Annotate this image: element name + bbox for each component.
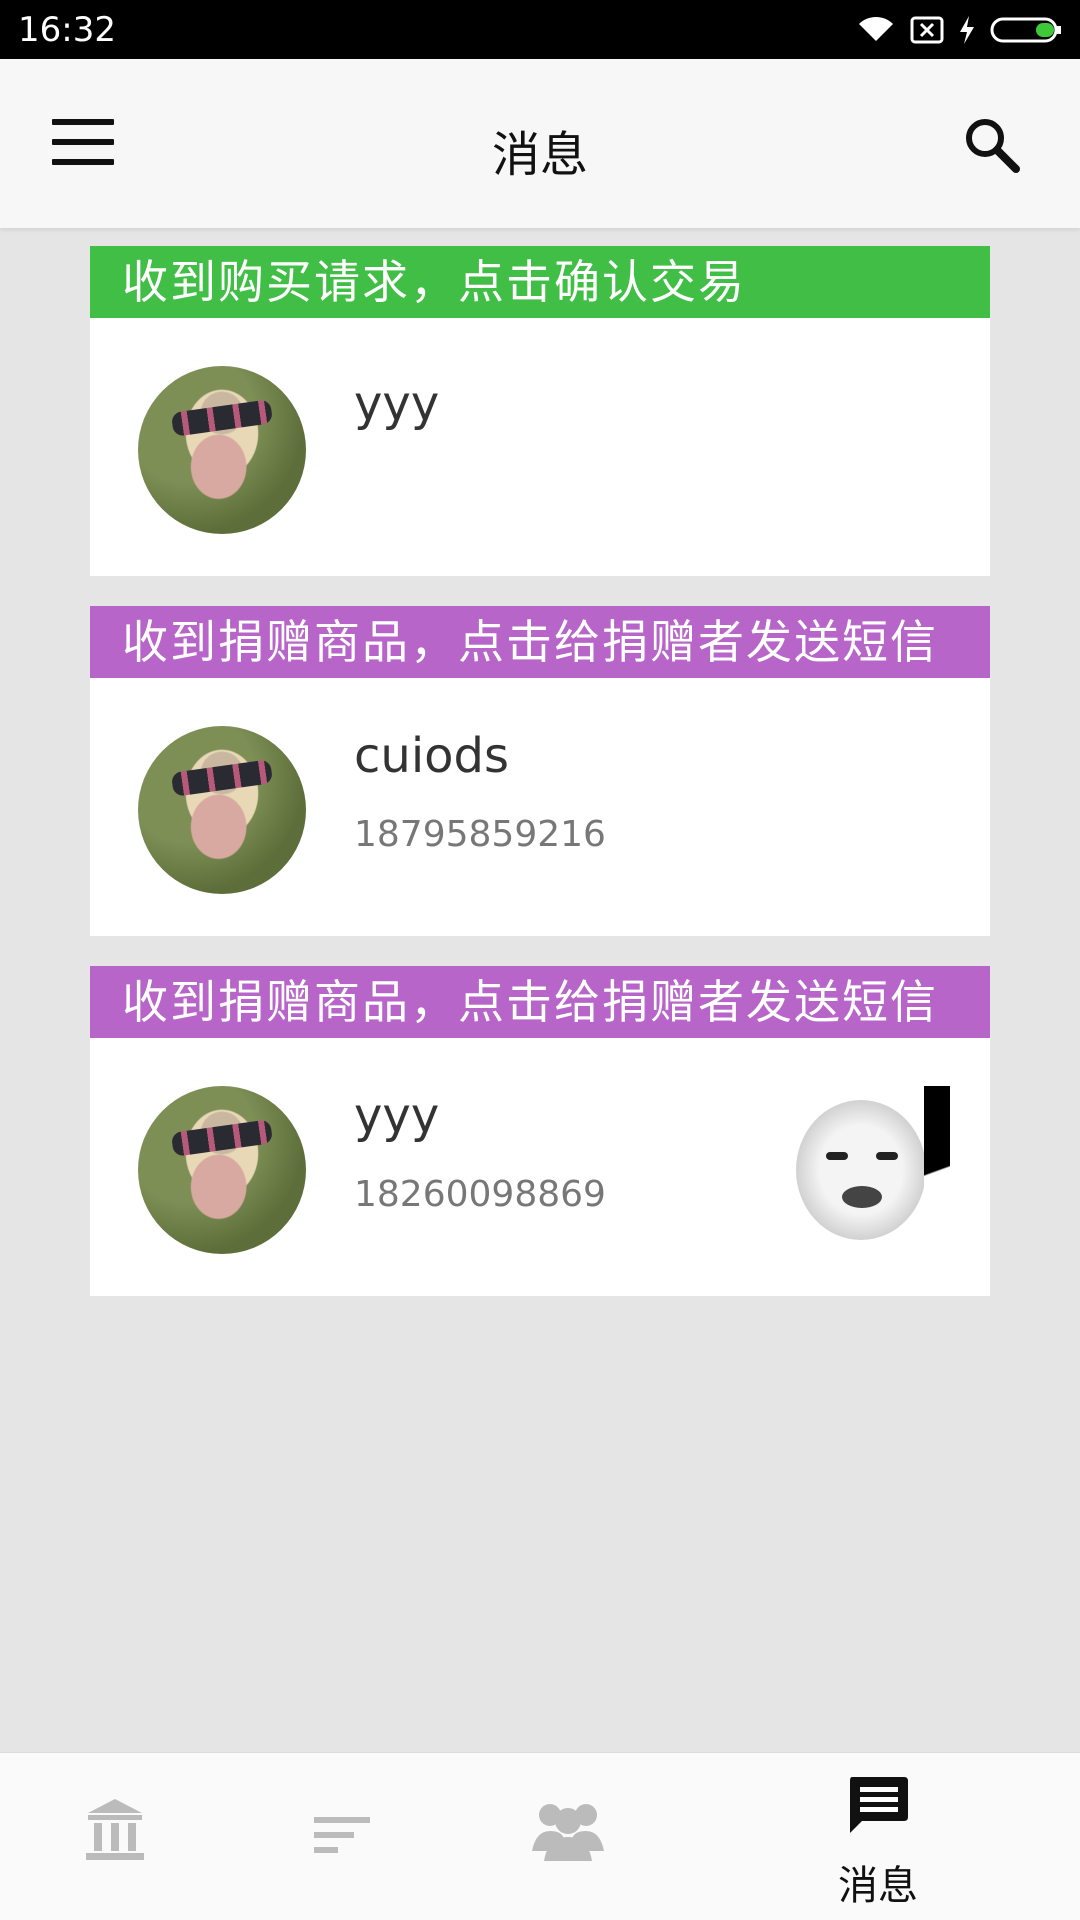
search-button[interactable]: [962, 115, 1022, 175]
nav-item-list[interactable]: [230, 1753, 450, 1920]
bank-icon: [86, 1799, 144, 1860]
sort-icon: [314, 1817, 370, 1853]
status-bar: 16:32: [0, 0, 1080, 59]
app-bar: 消息: [0, 59, 1080, 228]
wifi-icon: [859, 16, 893, 41]
search-icon: [966, 119, 1020, 173]
battery-icon: [990, 17, 1061, 42]
username: yyy: [354, 376, 440, 432]
status-icons: [856, 15, 1062, 45]
username: yyy: [354, 1088, 440, 1144]
message-body[interactable]: cuiods 18795859216: [90, 678, 990, 936]
message-card[interactable]: 收到捐赠商品，点击给捐赠者发送短信 cuiods 18795859216: [90, 606, 990, 936]
message-card[interactable]: 收到捐赠商品，点击给捐赠者发送短信 yyy 18260098869: [90, 966, 990, 1296]
avatar: [138, 1086, 306, 1254]
people-icon: [532, 1804, 604, 1861]
nav-item-people[interactable]: [458, 1753, 678, 1920]
message-banner[interactable]: 收到购买请求，点击确认交易: [90, 246, 990, 318]
product-thumbnail: [782, 1086, 950, 1254]
nav-item-home[interactable]: [2, 1753, 222, 1920]
message-icon: [850, 1777, 908, 1833]
page-title: 消息: [491, 127, 588, 183]
message-body[interactable]: yyy: [90, 318, 990, 576]
message-banner[interactable]: 收到捐赠商品，点击给捐赠者发送短信: [90, 966, 990, 1038]
bottom-nav: 消息: [0, 1752, 1080, 1920]
avatar: [138, 726, 306, 894]
status-time: 16:32: [18, 9, 116, 50]
message-banner[interactable]: 收到捐赠商品，点击给捐赠者发送短信: [90, 606, 990, 678]
username: cuiods: [354, 728, 509, 784]
message-body[interactable]: yyy 18260098869: [90, 1038, 990, 1296]
phone-number: 18260098869: [354, 1174, 606, 1215]
phone-number: 18795859216: [354, 814, 606, 855]
sim-off-icon: [910, 16, 944, 43]
nav-item-messages[interactable]: 消息: [768, 1753, 988, 1920]
message-card[interactable]: 收到购买请求，点击确认交易 yyy: [90, 246, 990, 576]
charging-icon: [960, 15, 974, 44]
avatar: [138, 366, 306, 534]
nav-label-messages: 消息: [838, 1863, 918, 1909]
